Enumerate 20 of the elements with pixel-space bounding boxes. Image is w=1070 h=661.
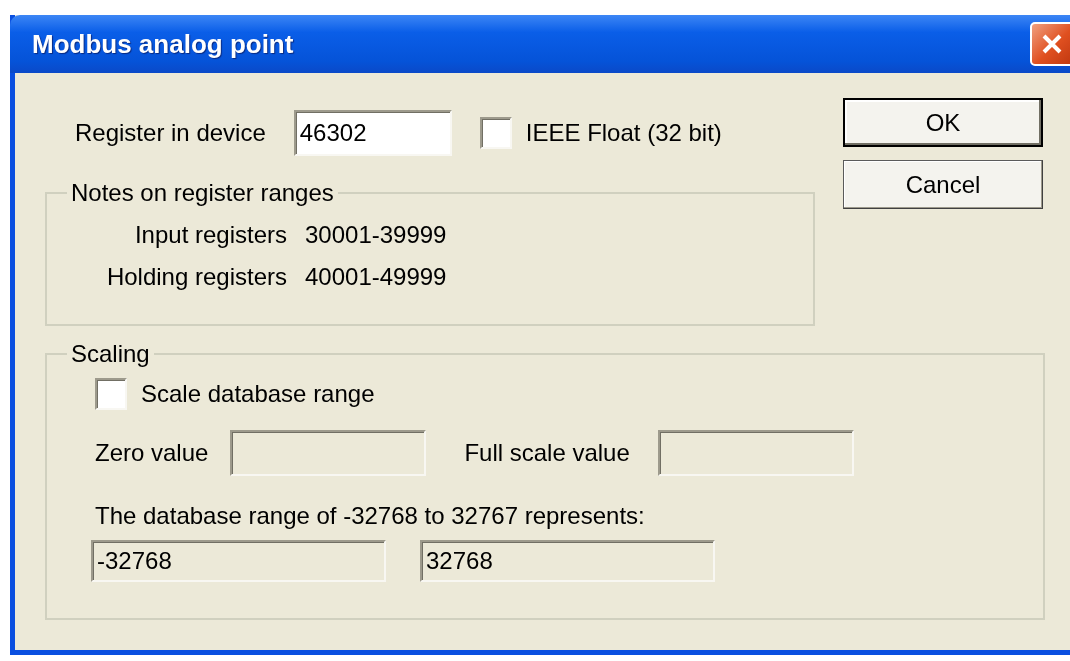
register-type-label: Input registers — [133, 221, 287, 249]
checkbox[interactable] — [95, 378, 127, 410]
register-range: 40001-49999 — [305, 263, 448, 291]
field-label: Full scale value — [464, 439, 630, 467]
checkbox[interactable] — [479, 117, 512, 149]
checkbox-label: Scale database range — [141, 380, 375, 408]
dialog-button[interactable]: Cancel — [843, 160, 1043, 209]
group-title: Scaling — [70, 340, 151, 368]
checkbox-label: IEEE Float (32 bit) — [525, 119, 722, 147]
field-label: Register in device — [75, 119, 266, 147]
dialog-button[interactable]: OK — [843, 98, 1043, 147]
group-title: Notes on register ranges — [70, 179, 335, 207]
register-range: 30001-39999 — [305, 221, 448, 249]
window-title: Modbus analog point — [32, 28, 294, 60]
close-icon — [1040, 32, 1064, 56]
field-label: Zero value — [95, 439, 209, 467]
register-field[interactable]: 46302 — [293, 110, 452, 156]
close-button[interactable] — [1030, 22, 1070, 66]
range-description: The database range of -32768 to 32767 represents: — [95, 502, 646, 530]
register-type-label: Holding registers — [105, 263, 287, 291]
